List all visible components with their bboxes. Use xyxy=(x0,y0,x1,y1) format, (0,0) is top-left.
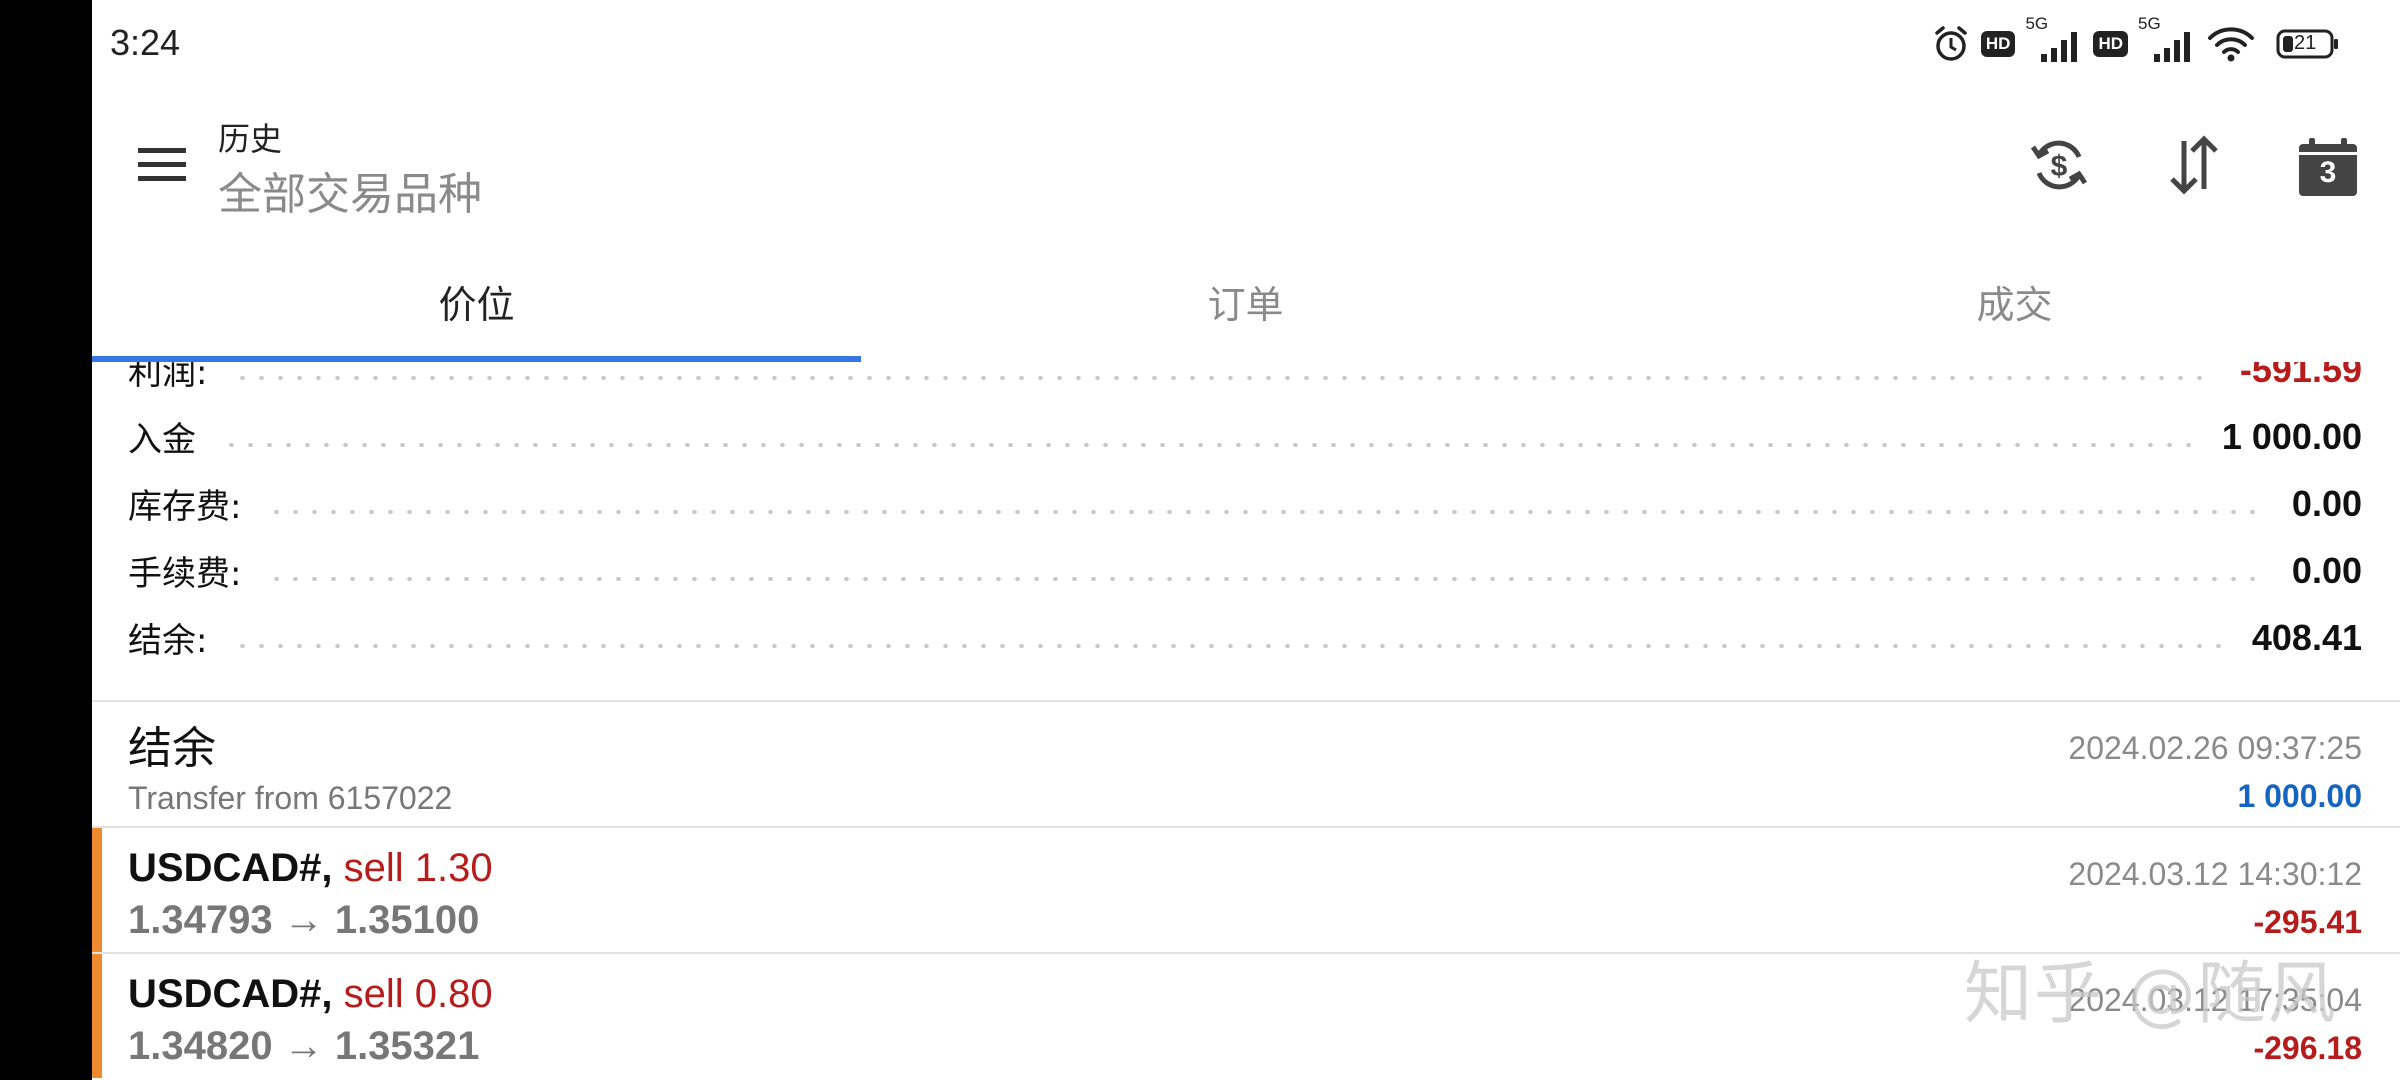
battery-icon: 21 xyxy=(2276,27,2340,61)
item-comment: Transfer from 6157022 xyxy=(128,780,453,816)
sort-button[interactable] xyxy=(2159,132,2229,202)
summary-value: 1 000.00 xyxy=(2221,415,2362,457)
network-type-label: 5G xyxy=(2025,14,2049,33)
summary-value: -591.59 xyxy=(2239,362,2362,390)
sell-indicator xyxy=(92,828,102,952)
summary-value: 0.00 xyxy=(2291,482,2362,524)
history-item-deal[interactable]: USDCAD#, sell 1.30 1.34793 → 1.35100 202… xyxy=(92,828,2400,952)
summary-label: 利润: xyxy=(128,362,208,393)
item-side: sell 1.30 xyxy=(332,846,493,890)
dotted-leader xyxy=(233,375,2214,380)
calendar-button[interactable]: 3 xyxy=(2293,132,2363,202)
summary-label: 结余: xyxy=(128,621,208,661)
status-icons: HD 5G HD 5G 21 xyxy=(1931,14,2340,66)
dotted-leader xyxy=(267,576,2266,581)
item-title: USDCAD#, sell 1.30 xyxy=(128,846,493,891)
history-item-deal[interactable]: USDCAD#, sell 0.80 1.34820 → 1.35321 202… xyxy=(92,954,2400,1078)
symbol-filter[interactable]: 全部交易品种 xyxy=(218,158,482,222)
item-time: 2024.03.12 17:35:04 xyxy=(2068,982,2362,1018)
summary-label: 手续费: xyxy=(128,554,242,594)
dotted-leader xyxy=(267,509,2266,514)
page-title: 历史 xyxy=(218,120,283,158)
summary-label: 库存费: xyxy=(128,487,242,527)
wifi-icon xyxy=(2206,24,2256,64)
item-title: USDCAD#, sell 0.80 xyxy=(128,972,493,1017)
network-type-label: 5G xyxy=(2138,14,2161,33)
alarm-icon xyxy=(1931,24,1971,64)
left-black-bar xyxy=(0,0,92,1080)
item-symbol: USDCAD#, xyxy=(128,972,333,1016)
signal-icon: 5G xyxy=(2025,14,2083,64)
dotted-leader xyxy=(233,643,2226,648)
summary-label: 入金 xyxy=(128,420,196,460)
sort-icon xyxy=(2162,133,2226,201)
item-time: 2024.03.12 14:30:12 xyxy=(2068,856,2362,892)
currency-sync-icon: $ xyxy=(2027,133,2091,201)
item-side: sell 0.80 xyxy=(332,972,493,1016)
item-prices: 1.34793 → 1.35100 xyxy=(128,898,480,942)
item-symbol: USDCAD#, xyxy=(128,846,333,890)
summary-panel: 利润: -591.59 入金 1 000.00 库存费: 0.00 手续费: 0… xyxy=(92,362,2400,700)
summary-value: 408.41 xyxy=(2251,616,2362,658)
sell-indicator xyxy=(92,954,102,1078)
hd-icon: HD xyxy=(2093,31,2128,57)
calendar-icon: 3 xyxy=(2297,136,2359,198)
summary-row-swap: 库存费: 0.00 xyxy=(128,470,2362,537)
tab-prices[interactable]: 价位 xyxy=(92,240,861,362)
dotted-leader xyxy=(222,442,2196,447)
signal-icon: 5G xyxy=(2138,14,2196,64)
item-amount: -295.41 xyxy=(2253,904,2362,940)
svg-text:$: $ xyxy=(2051,150,2068,183)
app-window: 3:24 HD 5G HD 5G 21 历史 全部交易品种 $ 3 价位 订单 … xyxy=(92,0,2400,1080)
battery-level: 21 xyxy=(2294,32,2317,54)
item-amount: 1 000.00 xyxy=(2237,778,2362,814)
tab-orders[interactable]: 订单 xyxy=(861,240,1630,362)
summary-row-balance: 结余: 408.41 xyxy=(128,604,2362,671)
app-bar: 历史 全部交易品种 $ 3 xyxy=(92,90,2400,240)
history-item-balance[interactable]: 结余 Transfer from 6157022 2024.02.26 09:3… xyxy=(92,702,2400,826)
summary-value: 0.00 xyxy=(2291,549,2362,591)
summary-row-profit: 利润: -591.59 xyxy=(128,362,2362,403)
tab-deals[interactable]: 成交 xyxy=(1630,240,2399,362)
item-amount: -296.18 xyxy=(2253,1030,2362,1066)
currency-sync-button[interactable]: $ xyxy=(2024,132,2094,202)
menu-icon[interactable] xyxy=(134,142,190,188)
status-time: 3:24 xyxy=(110,22,181,63)
status-bar: 3:24 HD 5G HD 5G 21 xyxy=(92,0,2400,90)
calendar-day: 3 xyxy=(2319,156,2337,189)
item-prices: 1.34820 → 1.35321 xyxy=(128,1024,480,1068)
summary-row-deposit: 入金 1 000.00 xyxy=(128,403,2362,470)
summary-row-commission: 手续费: 0.00 xyxy=(128,537,2362,604)
item-time: 2024.02.26 09:37:25 xyxy=(2068,730,2362,766)
hd-icon: HD xyxy=(1980,31,2016,57)
tab-bar: 价位 订单 成交 xyxy=(92,240,2400,362)
item-title: 结余 xyxy=(128,723,216,774)
